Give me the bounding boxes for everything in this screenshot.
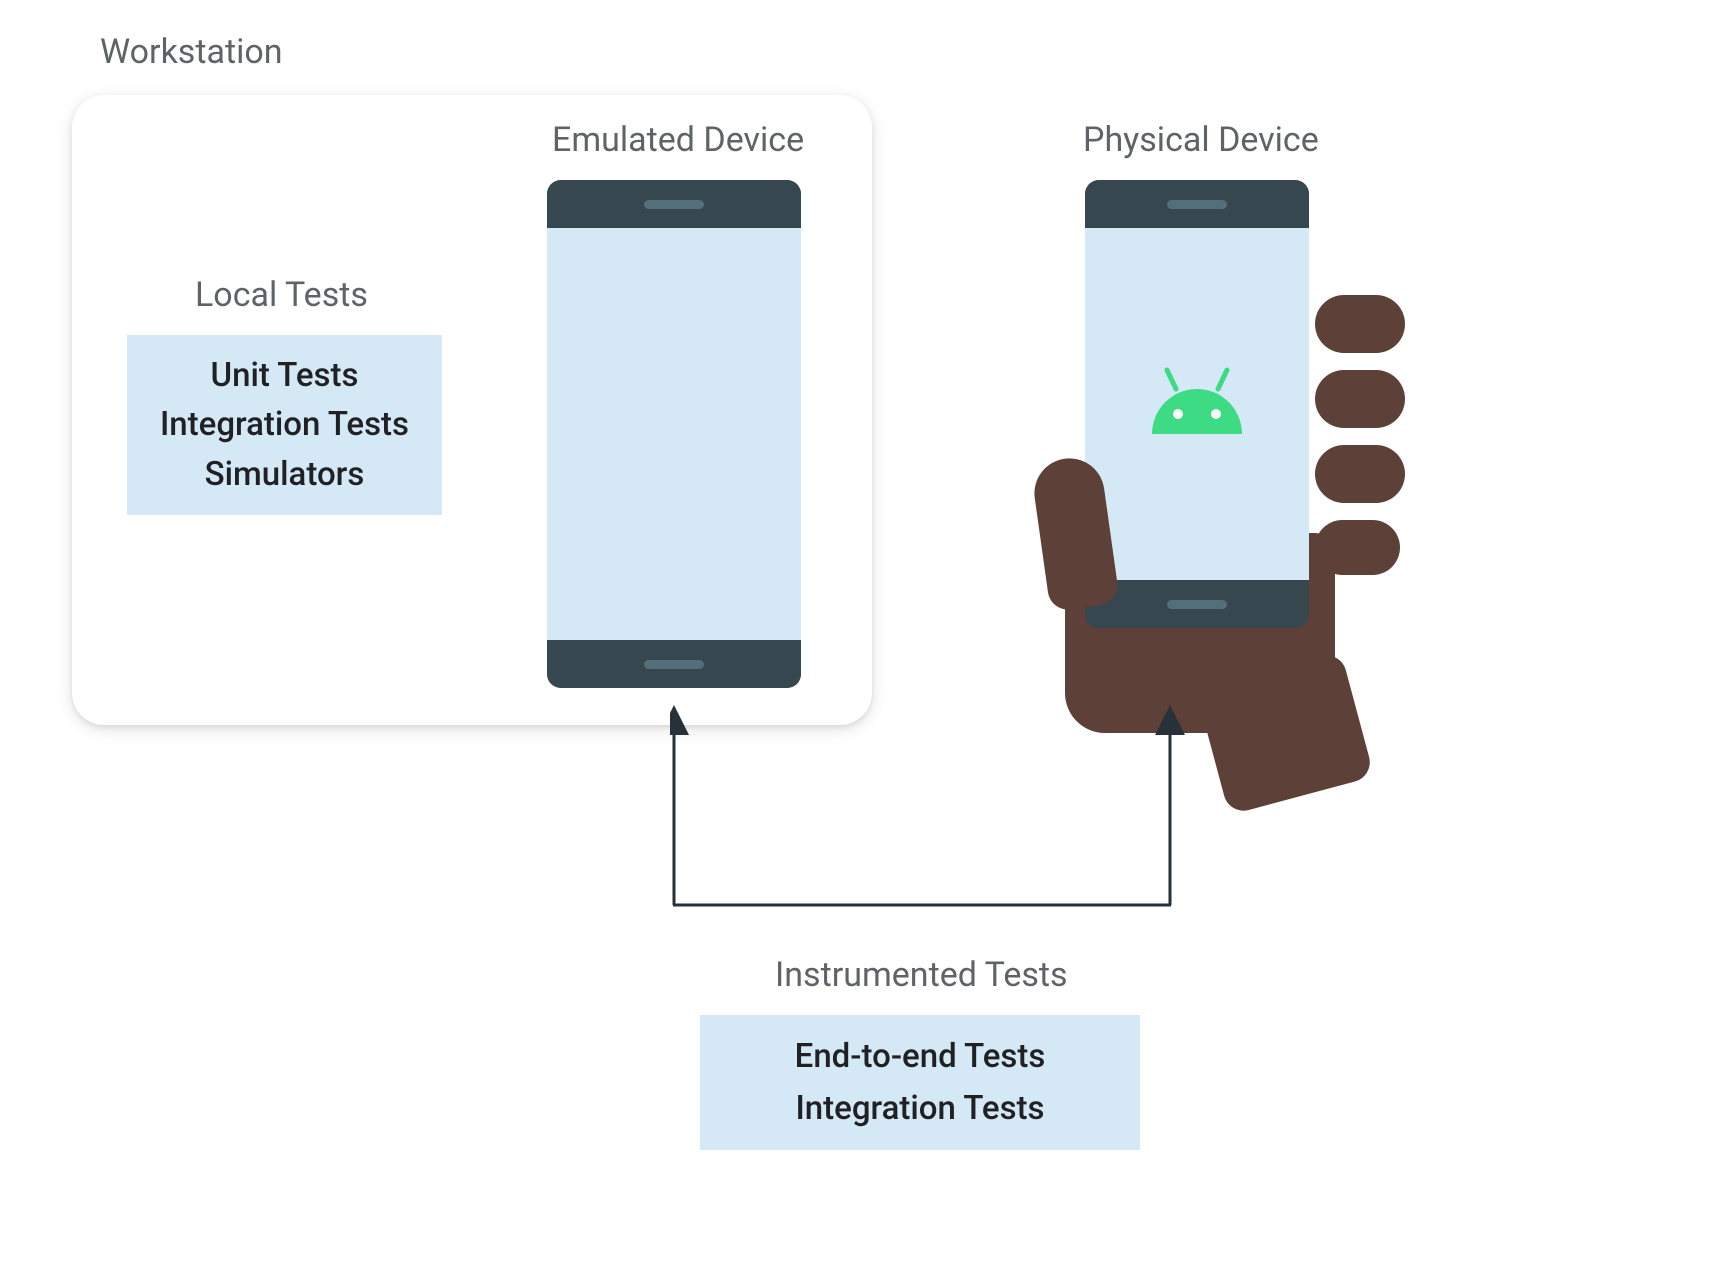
android-icon [1142,364,1252,444]
instrumented-tests-box: End-to-end Tests Integration Tests [700,1015,1140,1150]
connector-arrows-icon [670,705,1190,920]
physical-device-label: Physical Device [1083,120,1319,160]
local-test-item: Integration Tests [160,400,409,450]
workstation-label: Workstation [100,32,283,72]
instrumented-test-item: End-to-end Tests [795,1031,1046,1082]
emulated-device-icon [547,180,801,688]
local-test-item: Simulators [205,450,365,500]
emulated-device-label: Emulated Device [552,120,804,160]
local-tests-box: Unit Tests Integration Tests Simulators [127,335,442,515]
instrumented-tests-label: Instrumented Tests [775,955,1068,995]
physical-device-icon [1060,180,1350,688]
local-tests-label: Local Tests [195,275,368,315]
local-test-item: Unit Tests [210,351,358,401]
instrumented-test-item: Integration Tests [795,1083,1044,1134]
